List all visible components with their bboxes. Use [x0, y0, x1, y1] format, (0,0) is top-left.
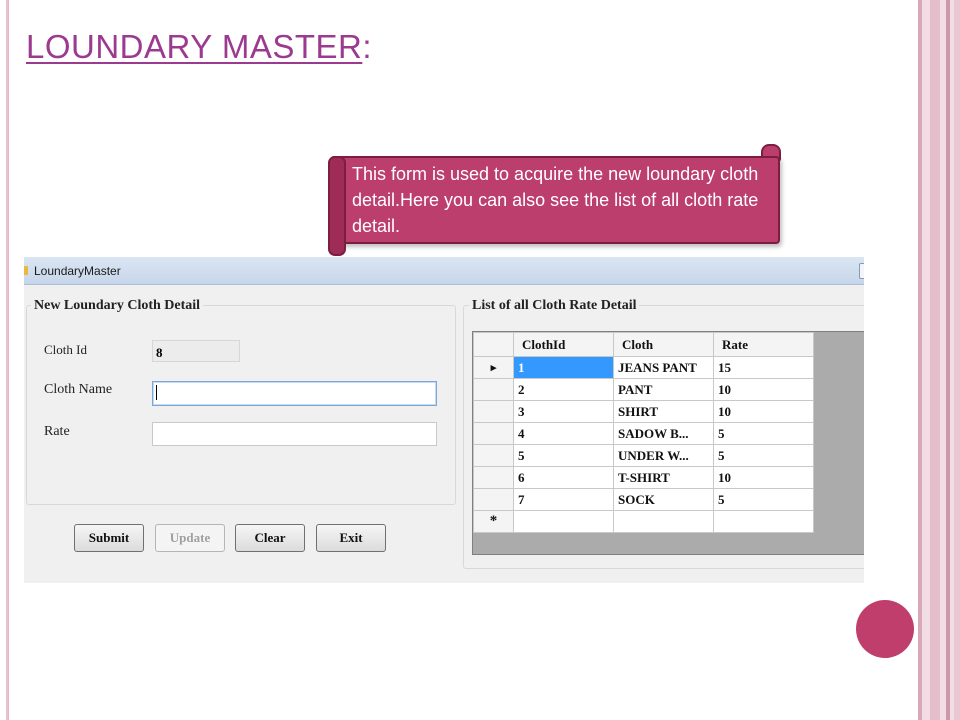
cell-clothid[interactable]: 1 — [513, 356, 614, 379]
cell-cloth[interactable]: SADOW B... — [613, 422, 714, 445]
cloth-name-label: Cloth Name — [44, 382, 113, 397]
cell-clothid[interactable]: 6 — [513, 466, 614, 489]
new-row[interactable]: * — [473, 510, 814, 533]
new-cloth-detail-group-title: New Loundary Cloth Detail — [31, 298, 204, 314]
table-row[interactable]: ▸ 1 JEANS PANT 15 — [473, 356, 814, 379]
slide-frame-left-line — [6, 0, 8, 720]
frame-stripe — [946, 0, 950, 720]
table-row[interactable]: 5 UNDER W... 5 — [473, 444, 814, 467]
cell-cloth[interactable]: UNDER W... — [613, 444, 714, 467]
cell-clothid[interactable]: 7 — [513, 488, 614, 511]
column-header-cloth[interactable]: Cloth — [613, 332, 714, 357]
frame-stripe — [954, 0, 960, 720]
submit-button[interactable]: Submit — [74, 524, 144, 552]
row-header[interactable] — [473, 488, 514, 511]
callout-scroll-roll-left — [328, 156, 346, 256]
rate-label: Rate — [44, 424, 70, 439]
text-caret — [156, 385, 157, 400]
clear-button[interactable]: Clear — [235, 524, 305, 552]
cell-rate[interactable]: 5 — [713, 488, 814, 511]
row-header-current-marker[interactable]: ▸ — [473, 356, 514, 379]
slide-title-colon: : — [362, 28, 373, 65]
frame-stripe — [930, 0, 940, 720]
cloth-name-input[interactable] — [152, 381, 437, 406]
new-row-marker[interactable]: * — [473, 510, 514, 533]
cell-cloth[interactable]: T-SHIRT — [613, 466, 714, 489]
app-icon — [24, 266, 28, 275]
new-cell-rate[interactable] — [713, 510, 814, 533]
new-cell-cloth[interactable] — [613, 510, 714, 533]
cell-clothid[interactable]: 4 — [513, 422, 614, 445]
cell-clothid[interactable]: 5 — [513, 444, 614, 467]
cell-cloth[interactable]: JEANS PANT — [613, 356, 714, 379]
cell-cloth[interactable]: PANT — [613, 378, 714, 401]
table-row[interactable]: 6 T-SHIRT 10 — [473, 466, 814, 489]
cloth-rate-grid[interactable]: ClothId Cloth Rate ▸ 1 JEANS PANT 15 2 P… — [472, 331, 864, 555]
cell-rate[interactable]: 10 — [713, 466, 814, 489]
window-title: LoundaryMaster — [34, 264, 121, 278]
table-row[interactable]: 3 SHIRT 10 — [473, 400, 814, 423]
cell-cloth[interactable]: SHIRT — [613, 400, 714, 423]
row-header[interactable] — [473, 378, 514, 401]
rate-input[interactable] — [152, 422, 437, 446]
frame-stripe — [918, 0, 922, 720]
cloth-id-field: 8 — [152, 340, 240, 362]
slide-frame-right — [918, 0, 960, 720]
column-header-rate[interactable]: Rate — [713, 332, 814, 357]
row-header[interactable] — [473, 422, 514, 445]
cell-clothid[interactable]: 3 — [513, 400, 614, 423]
cloth-id-label: Cloth Id — [44, 342, 87, 357]
row-header[interactable] — [473, 400, 514, 423]
slide-title: LOUNDARY MASTER: — [26, 28, 372, 66]
loundary-master-window: LoundaryMaster New Loundary Cloth Detail… — [24, 257, 864, 583]
table-row[interactable]: 2 PANT 10 — [473, 378, 814, 401]
column-header-clothid[interactable]: ClothId — [513, 332, 614, 357]
new-cell-clothid[interactable] — [513, 510, 614, 533]
row-header[interactable] — [473, 444, 514, 467]
row-header[interactable] — [473, 466, 514, 489]
cell-rate[interactable]: 10 — [713, 400, 814, 423]
table-row[interactable]: 7 SOCK 5 — [473, 488, 814, 511]
window-titlebar[interactable]: LoundaryMaster — [24, 257, 864, 285]
cell-clothid[interactable]: 2 — [513, 378, 614, 401]
grid-header-row: ClothId Cloth Rate — [473, 332, 814, 357]
grid-corner-header[interactable] — [473, 332, 514, 357]
cell-rate[interactable]: 5 — [713, 422, 814, 445]
exit-button[interactable]: Exit — [316, 524, 386, 552]
cloth-rate-table: ClothId Cloth Rate ▸ 1 JEANS PANT 15 2 P… — [473, 332, 814, 533]
slide-title-text: LOUNDARY MASTER — [26, 28, 363, 65]
cell-cloth[interactable]: SOCK — [613, 488, 714, 511]
cloth-rate-list-group-title: List of all Cloth Rate Detail — [469, 298, 640, 314]
cell-rate[interactable]: 10 — [713, 378, 814, 401]
window-control-button[interactable] — [859, 263, 864, 279]
cell-rate[interactable]: 15 — [713, 356, 814, 379]
callout-text: This form is used to acquire the new lou… — [352, 164, 759, 236]
update-button[interactable]: Update — [155, 524, 225, 552]
decorative-circle — [856, 600, 914, 658]
table-row[interactable]: 4 SADOW B... 5 — [473, 422, 814, 445]
cell-rate[interactable]: 5 — [713, 444, 814, 467]
